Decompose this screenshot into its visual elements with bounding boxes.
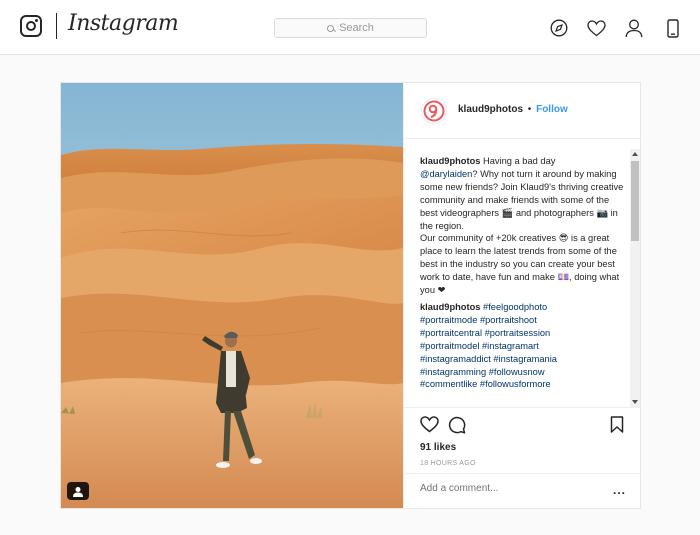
comment-bubble-icon[interactable]	[448, 416, 468, 436]
activity-heart-icon[interactable]	[585, 17, 607, 39]
post-username[interactable]: klaud9photos	[458, 104, 523, 115]
hashtag-line[interactable]: #commentlike #followusformore	[420, 379, 551, 389]
hashtag-line[interactable]: #portraitmode #portraitshoot	[420, 315, 537, 325]
scroll-down-arrow-icon[interactable]	[632, 400, 638, 404]
post-header-line: klaud9photos • Follow	[458, 104, 568, 115]
scroll-up-arrow-icon[interactable]	[632, 152, 638, 156]
explore-compass-icon[interactable]	[548, 17, 570, 39]
caption-mention[interactable]: @darylaiden	[420, 169, 472, 179]
comments-section: klaud9photos Having a bad day @darylaide…	[420, 155, 628, 407]
likes-count[interactable]: 91 likes	[420, 442, 456, 453]
instagram-camera-icon[interactable]	[20, 15, 42, 37]
save-bookmark-icon[interactable]	[610, 416, 630, 436]
comment-username[interactable]: klaud9photos	[420, 302, 480, 312]
instagram-wordmark[interactable]: Instagram	[68, 11, 179, 36]
caption-text-part3: Our community of +20k creatives 😎 is a g…	[420, 233, 620, 296]
like-heart-icon[interactable]	[420, 416, 440, 436]
top-navigation-bar: Instagram Search	[0, 0, 700, 55]
add-comment-input[interactable]	[420, 483, 600, 494]
hashtag-line[interactable]: #portraitcentral #portraitsession	[420, 328, 550, 338]
post-sidebar: klaud9photos • Follow klaud9photos Havin…	[403, 83, 641, 508]
hashtag-comment: klaud9photos #feelgoodphoto #portraitmod…	[420, 301, 628, 391]
hashtag-line[interactable]: #portraitmodel #instagramart	[420, 341, 539, 351]
separator-dot: •	[527, 104, 532, 115]
post-actions: 91 likes 18 HOURS AGO	[404, 407, 641, 467]
search-box[interactable]: Search	[274, 18, 427, 38]
tagged-people-icon[interactable]	[67, 482, 89, 500]
desert-photo-illustration	[61, 83, 403, 508]
add-comment-bar: ...	[404, 473, 641, 508]
search-icon	[327, 24, 335, 32]
scroll-thumb[interactable]	[631, 161, 639, 241]
logo-divider	[56, 13, 57, 39]
comments-scrollbar[interactable]	[630, 149, 640, 407]
caption: klaud9photos Having a bad day @darylaide…	[420, 155, 628, 297]
klaud9-logo-icon	[423, 100, 445, 122]
post-photo[interactable]	[61, 83, 403, 508]
hashtag-line[interactable]: #instagramaddict #instagramania	[420, 354, 557, 364]
caption-text-part1: Having a bad day	[483, 156, 556, 166]
post-header: klaud9photos • Follow	[404, 83, 641, 139]
profile-icon[interactable]	[623, 17, 645, 39]
hashtag-line[interactable]: #instagramming #followusnow	[420, 367, 545, 377]
more-options-icon[interactable]: ...	[613, 483, 626, 497]
post-card: klaud9photos • Follow klaud9photos Havin…	[60, 82, 641, 509]
follow-button[interactable]: Follow	[536, 104, 568, 115]
hashtag-line[interactable]: #feelgoodphoto	[483, 302, 547, 312]
caption-username[interactable]: klaud9photos	[420, 156, 480, 166]
mobile-app-icon[interactable]	[662, 17, 684, 39]
search-placeholder: Search	[339, 22, 374, 34]
avatar[interactable]	[421, 98, 447, 124]
post-timestamp[interactable]: 18 HOURS AGO	[420, 460, 476, 467]
